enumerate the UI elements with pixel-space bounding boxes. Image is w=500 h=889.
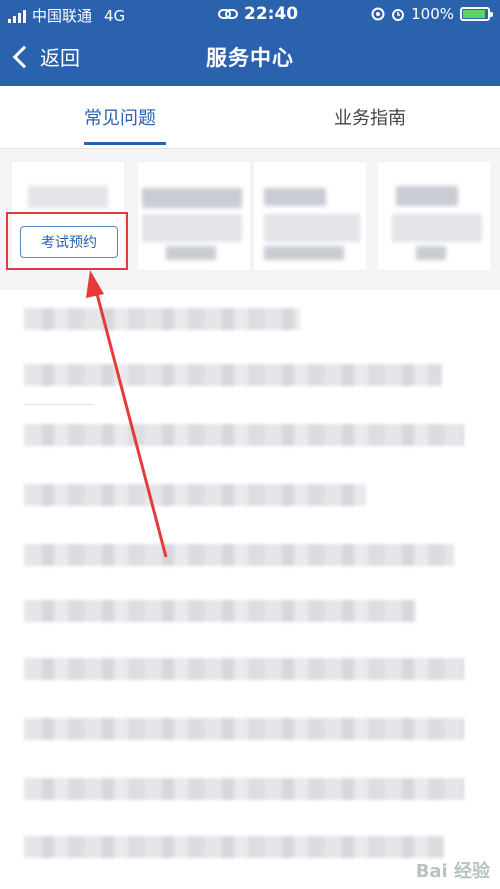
watermark: Bai 经验	[415, 861, 490, 882]
arrow-annotation-icon	[86, 270, 168, 558]
